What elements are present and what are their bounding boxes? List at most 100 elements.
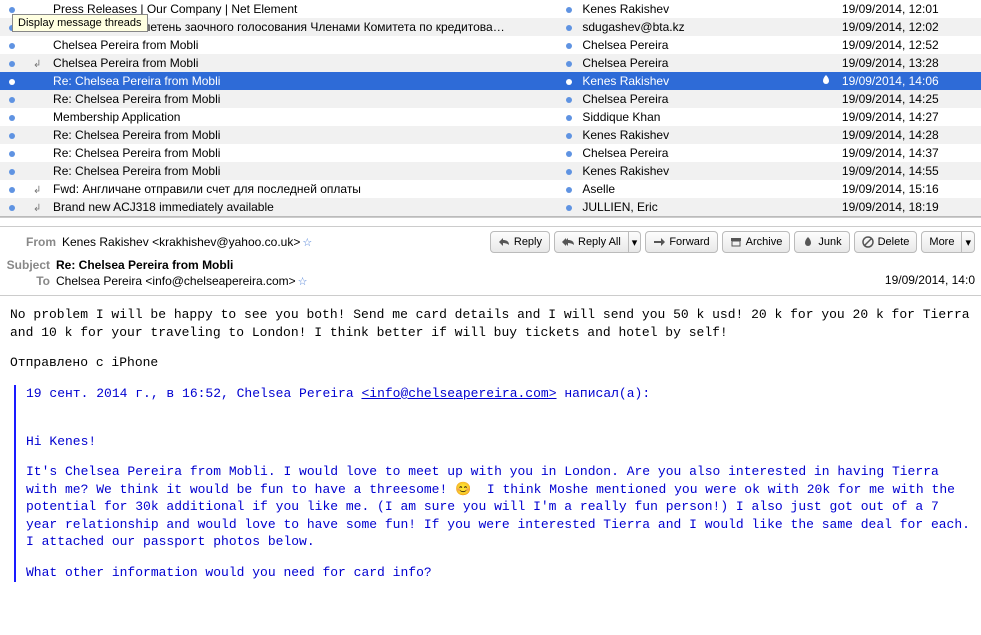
unread-dot-icon	[9, 169, 15, 175]
to-label: To	[0, 274, 56, 288]
from-value[interactable]: Kenes Rakishev <krakhishev@yahoo.co.uk>☆	[62, 235, 312, 249]
reply-button[interactable]: Reply	[490, 231, 550, 253]
message-row[interactable]: Re: Chelsea Pereira from MobliKenes Raki…	[0, 162, 981, 180]
archive-button[interactable]: Archive	[722, 231, 791, 253]
junk-button[interactable]: Junk	[794, 231, 849, 253]
message-row[interactable]: Re: Chelsea Pereira from MobliKenes Raki…	[0, 72, 981, 90]
star-icon[interactable]: ☆	[298, 276, 308, 288]
star-icon[interactable]: ☆	[302, 237, 312, 249]
to-value[interactable]: Chelsea Pereira <info@chelseapereira.com…	[56, 274, 308, 288]
row-subject: Re: Chelsea Pereira from Mobli	[49, 144, 560, 162]
row-flag	[813, 54, 838, 72]
row-from: Siddique Khan	[578, 108, 813, 126]
row-flag	[813, 108, 838, 126]
row-subject: Chelsea Pereira from Mobli	[49, 36, 560, 54]
unread-dot-icon	[9, 61, 15, 67]
more-button[interactable]: More	[921, 231, 962, 253]
reply-all-icon	[562, 236, 574, 248]
row-date: 19/09/2014, 12:02	[838, 18, 981, 36]
row-flag	[813, 90, 838, 108]
quote-paragraph: It's Chelsea Pereira from Mobli. I would…	[26, 463, 971, 551]
row-subject: Re: Chelsea Pereira from Mobli	[49, 90, 560, 108]
message-row[interactable]: Chelsea Pereira from Mobli Chelsea Pereir…	[0, 54, 981, 72]
thread-icon	[33, 56, 41, 70]
row-flag	[813, 36, 838, 54]
row-flag	[813, 0, 838, 18]
more-menu[interactable]: ▾	[962, 231, 975, 253]
message-row[interactable]: Re: Chelsea Pereira from MobliKenes Raki…	[0, 126, 981, 144]
message-header: From Kenes Rakishev <krakhishev@yahoo.co…	[0, 227, 981, 296]
unread-dot-icon	[9, 7, 15, 13]
junk-icon	[802, 236, 814, 248]
more-group: More ▾	[921, 231, 975, 253]
chevron-down-icon: ▾	[632, 236, 638, 249]
row-from: sdugashev@bta.kz	[578, 18, 813, 36]
unread-dot-icon	[9, 115, 15, 121]
thread-icon	[33, 200, 41, 214]
row-date: 19/09/2014, 18:19	[838, 198, 981, 216]
header-timestamp: 19/09/2014, 14:0	[885, 273, 975, 287]
forward-button[interactable]: Forward	[645, 231, 717, 253]
row-from: Aselle	[578, 180, 813, 198]
body-paragraph: No problem I will be happy to see you bo…	[10, 306, 971, 341]
unread-dot-icon	[9, 133, 15, 139]
row-from: Kenes Rakishev	[578, 126, 813, 144]
dot-icon	[566, 25, 572, 31]
chevron-down-icon: ▾	[965, 236, 971, 249]
quote-intro: 19 сент. 2014 г., в 16:52, Chelsea Perei…	[26, 385, 971, 403]
row-from: Chelsea Pereira	[578, 36, 813, 54]
from-label: From	[6, 235, 62, 249]
message-list-panel: Display message threads Press Releases |…	[0, 0, 981, 217]
row-flag	[813, 180, 838, 198]
message-list[interactable]: Press Releases | Our Company | Net Eleme…	[0, 0, 981, 216]
dot-icon	[566, 151, 572, 157]
row-from: Kenes Rakishev	[578, 72, 813, 90]
quoted-message: 19 сент. 2014 г., в 16:52, Chelsea Perei…	[14, 385, 971, 582]
pane-divider[interactable]	[0, 217, 981, 227]
dot-icon	[566, 79, 572, 85]
row-flag	[813, 198, 838, 216]
row-date: 19/09/2014, 12:52	[838, 36, 981, 54]
row-date: 19/09/2014, 14:25	[838, 90, 981, 108]
reply-all-button[interactable]: Reply All	[554, 231, 629, 253]
delete-icon	[862, 236, 874, 248]
unread-dot-icon	[9, 151, 15, 157]
forward-icon	[653, 236, 665, 248]
reply-all-group: Reply All ▾	[554, 231, 641, 253]
body-signature: Отправлено с iPhone	[10, 354, 971, 372]
subject-value: Re: Chelsea Pereira from Mobli	[56, 258, 233, 272]
message-row[interactable]: Re: Chelsea Pereira from Mobli Chelsea Pe…	[0, 144, 981, 162]
row-date: 19/09/2014, 13:28	[838, 54, 981, 72]
row-date: 19/09/2014, 14:27	[838, 108, 981, 126]
row-date: 19/09/2014, 12:01	[838, 0, 981, 18]
row-subject: Fwd: Англичане отправили счет для послед…	[49, 180, 560, 198]
dot-icon	[566, 169, 572, 175]
message-row[interactable]: Membership Application Siddique Khan 19/09…	[0, 108, 981, 126]
message-row[interactable]: Fwd: Англичане отправили счет для послед…	[0, 180, 981, 198]
thread-tooltip: Display message threads	[12, 14, 148, 32]
row-subject: Chelsea Pereira from Mobli	[49, 54, 560, 72]
row-subject: Membership Application	[49, 108, 560, 126]
message-row[interactable]: Chelsea Pereira from Mobli Chelsea Pereir…	[0, 36, 981, 54]
message-row[interactable]: Brand new ACJ318 immediately availableJU…	[0, 198, 981, 216]
row-date: 19/09/2014, 15:16	[838, 180, 981, 198]
reply-all-menu[interactable]: ▾	[629, 231, 642, 253]
dot-icon	[566, 97, 572, 103]
row-flag	[813, 18, 838, 36]
action-toolbar: Reply Reply All ▾ Forward Archive Junk D…	[490, 231, 975, 253]
dot-icon	[566, 187, 572, 193]
row-from: Chelsea Pereira	[578, 144, 813, 162]
delete-button[interactable]: Delete	[854, 231, 918, 253]
row-subject: Re: Chelsea Pereira from Mobli	[49, 162, 560, 180]
subject-label: Subject	[0, 258, 56, 272]
row-date: 19/09/2014, 14:37	[838, 144, 981, 162]
unread-dot-icon	[9, 43, 15, 49]
row-from: Chelsea Pereira	[578, 90, 813, 108]
row-from: Chelsea Pereira	[578, 54, 813, 72]
quote-paragraph: What other information would you need fo…	[26, 564, 971, 582]
quote-email-link[interactable]: <info@chelseapereira.com>	[361, 386, 556, 401]
message-row[interactable]: Re: Chelsea Pereira from Mobli Chelsea Pe…	[0, 90, 981, 108]
archive-icon	[730, 236, 742, 248]
reply-icon	[498, 236, 510, 248]
unread-dot-icon	[9, 97, 15, 103]
